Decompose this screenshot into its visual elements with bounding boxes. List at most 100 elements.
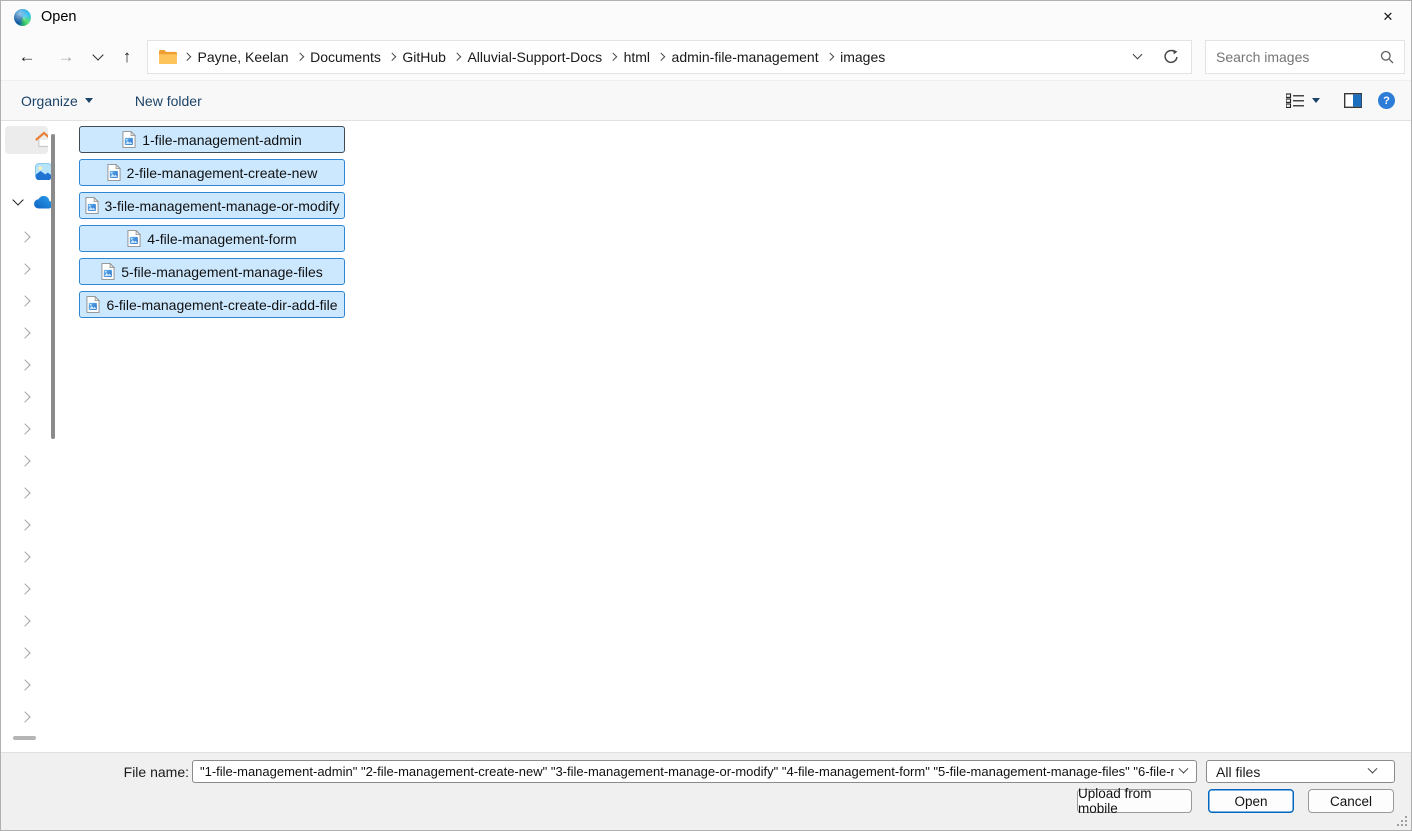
breadcrumb-item[interactable]: images: [820, 48, 887, 66]
tree-item-collapsed[interactable]: [1, 541, 57, 573]
search-icon: [1380, 50, 1394, 63]
file-item[interactable]: 3-file-management-manage-or-modify: [79, 192, 345, 219]
up-button[interactable]: ↑: [111, 40, 143, 74]
breadcrumb-item[interactable]: Payne, Keelan: [177, 48, 290, 66]
back-button[interactable]: ←: [7, 40, 47, 74]
chevron-right-icon: [387, 52, 396, 61]
close-button[interactable]: ✕: [1365, 1, 1411, 33]
file-name-input[interactable]: [193, 761, 1178, 782]
image-file-icon: [86, 296, 101, 313]
tree-item-collapsed[interactable]: [1, 253, 57, 285]
dialog-footer: File name: All files Upload from mobile …: [1, 752, 1411, 830]
search-box[interactable]: [1205, 39, 1405, 74]
file-name-label: File name:: [123, 764, 189, 780]
chevron-right-icon: [19, 583, 31, 595]
file-item[interactable]: 6-file-management-create-dir-add-file: [79, 291, 345, 318]
gallery-icon[interactable]: [35, 163, 52, 180]
breadcrumb-item[interactable]: Documents: [290, 48, 382, 66]
horizontal-scrollbar-thumb[interactable]: [13, 736, 36, 740]
breadcrumb-label: admin-file-management: [671, 48, 819, 65]
dialog-content: 1-file-management-admin 2-file-managemen…: [1, 122, 1411, 752]
change-view-button[interactable]: [1286, 93, 1320, 108]
chevron-down-icon[interactable]: [1178, 763, 1189, 774]
chevron-right-icon: [19, 455, 31, 467]
tree-item-collapsed[interactable]: [1, 445, 57, 477]
chevron-down-icon: [1367, 763, 1378, 774]
file-name: 4-file-management-form: [147, 230, 297, 247]
details-view-icon: [1286, 93, 1304, 108]
tree-item-collapsed[interactable]: [1, 381, 57, 413]
forward-button[interactable]: →: [47, 40, 85, 74]
chevron-right-icon: [19, 711, 31, 723]
chevron-right-icon: [19, 615, 31, 627]
new-folder-button[interactable]: New folder: [135, 93, 202, 109]
chevron-right-icon: [19, 679, 31, 691]
file-type-value: All files: [1216, 763, 1261, 780]
help-button[interactable]: ?: [1378, 92, 1395, 109]
chevron-right-icon: [19, 327, 31, 339]
tree-item-collapsed[interactable]: [1, 349, 57, 381]
file-item[interactable]: 4-file-management-form: [79, 225, 345, 252]
breadcrumb-label: images: [840, 48, 886, 65]
tree-item-collapsed[interactable]: [1, 637, 57, 669]
toolbar-right: ?: [1286, 92, 1395, 109]
file-item[interactable]: 2-file-management-create-new: [79, 159, 345, 186]
chevron-down-icon[interactable]: [12, 194, 24, 206]
resize-grip[interactable]: [1397, 816, 1408, 827]
chevron-right-icon: [656, 52, 665, 61]
tree-item-collapsed[interactable]: [1, 413, 57, 445]
address-bar[interactable]: Payne, Keelan Documents GitHub Alluvial-…: [147, 39, 1192, 74]
breadcrumb-item[interactable]: admin-file-management: [651, 48, 820, 66]
tree-item-collapsed[interactable]: [1, 477, 57, 509]
file-type-select[interactable]: All files: [1206, 760, 1395, 783]
file-list: 1-file-management-admin 2-file-managemen…: [57, 122, 1411, 752]
recent-locations-button[interactable]: [85, 40, 111, 74]
tree-item-collapsed[interactable]: [1, 317, 57, 349]
tree-item-collapsed[interactable]: [1, 573, 57, 605]
breadcrumb: Payne, Keelan Documents GitHub Alluvial-…: [177, 48, 886, 66]
breadcrumb-label: Payne, Keelan: [197, 48, 289, 65]
cancel-button[interactable]: Cancel: [1308, 789, 1394, 813]
breadcrumb-item[interactable]: html: [603, 48, 651, 66]
title-bar: Open ✕: [1, 1, 1411, 33]
folder-icon: [159, 50, 177, 64]
chevron-right-icon: [608, 52, 617, 61]
refresh-icon[interactable]: [1163, 49, 1179, 65]
file-name: 5-file-management-manage-files: [121, 263, 323, 280]
navigation-bar: ← → ↑ Payne, Keelan Documents GitHub All…: [1, 33, 1411, 80]
chevron-right-icon: [19, 647, 31, 659]
breadcrumb-item[interactable]: GitHub: [382, 48, 447, 66]
upload-from-mobile-button[interactable]: Upload from mobile: [1077, 786, 1192, 816]
file-name: 1-file-management-admin: [142, 131, 302, 148]
address-dropdown-chevron-icon[interactable]: [1132, 49, 1143, 60]
open-button[interactable]: Open: [1208, 789, 1294, 813]
vertical-scrollbar-thumb[interactable]: [51, 134, 55, 439]
chevron-right-icon: [19, 487, 31, 499]
image-file-icon: [84, 197, 99, 214]
breadcrumb-item[interactable]: Alluvial-Support-Docs: [447, 48, 603, 66]
preview-pane-icon[interactable]: [1344, 93, 1362, 108]
tree-item-collapsed[interactable]: [1, 669, 57, 701]
file-name: 2-file-management-create-new: [126, 164, 318, 181]
caret-down-icon: [1312, 98, 1320, 103]
file-name: 6-file-management-create-dir-add-file: [106, 296, 338, 313]
file-item[interactable]: 1-file-management-admin: [79, 126, 345, 153]
tree-item-collapsed[interactable]: [1, 605, 57, 637]
image-file-icon: [107, 164, 121, 181]
organize-button[interactable]: Organize: [21, 93, 93, 109]
image-file-icon: [101, 263, 116, 280]
tree-item-collapsed[interactable]: [1, 509, 57, 541]
chevron-right-icon: [19, 295, 31, 307]
chevron-down-icon: [92, 48, 104, 61]
chevron-right-icon: [825, 52, 834, 61]
search-input[interactable]: [1216, 48, 1380, 65]
organize-label: Organize: [21, 92, 78, 109]
address-bar-controls: [1132, 49, 1183, 65]
tree-item-collapsed[interactable]: [1, 221, 57, 253]
file-item[interactable]: 5-file-management-manage-files: [79, 258, 345, 285]
chevron-right-icon: [452, 52, 461, 61]
tree-item-collapsed[interactable]: [1, 701, 57, 733]
sidebar-item-home[interactable]: [5, 126, 48, 154]
file-name-combobox[interactable]: [192, 760, 1197, 783]
tree-item-collapsed[interactable]: [1, 285, 57, 317]
